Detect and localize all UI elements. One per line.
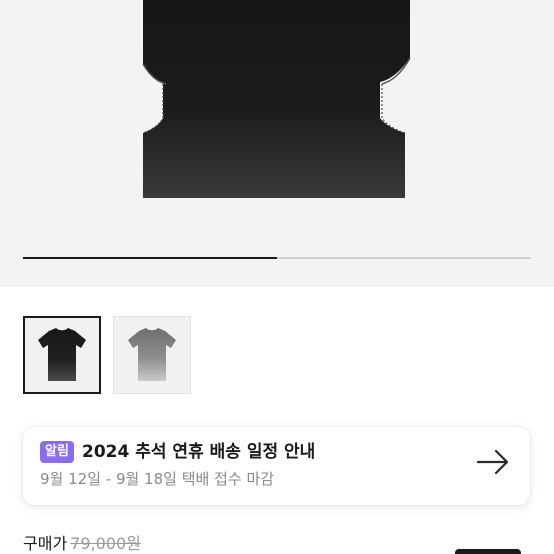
price-label: 구매가 <box>23 534 68 553</box>
gallery-progress-track <box>23 257 531 259</box>
arrow-right-icon <box>476 449 509 475</box>
price-row: 구매가 79,000원 <box>23 533 141 554</box>
gallery-progress-fill <box>23 257 277 259</box>
thumbnail-grey-tshirt[interactable] <box>113 316 191 394</box>
notice-title: 2024 추석 연휴 배송 일정 안내 <box>82 442 316 462</box>
thumbnail-black-tshirt[interactable] <box>23 316 101 394</box>
notice-subtitle: 9월 12일 - 9월 18일 택배 접수 마감 <box>40 470 275 488</box>
grey-tshirt-thumbnail-image <box>128 328 176 381</box>
black-tshirt-thumbnail-image <box>38 328 86 381</box>
notice-badge: 알림 <box>40 441 74 463</box>
purchase-button[interactable] <box>455 549 521 554</box>
product-image-gallery[interactable] <box>0 0 554 287</box>
original-price: 79,000원 <box>70 534 141 553</box>
shipping-notice-banner[interactable]: 알림 2024 추석 연휴 배송 일정 안내 9월 12일 - 9월 18일 택… <box>23 427 530 505</box>
product-main-image <box>142 0 411 198</box>
